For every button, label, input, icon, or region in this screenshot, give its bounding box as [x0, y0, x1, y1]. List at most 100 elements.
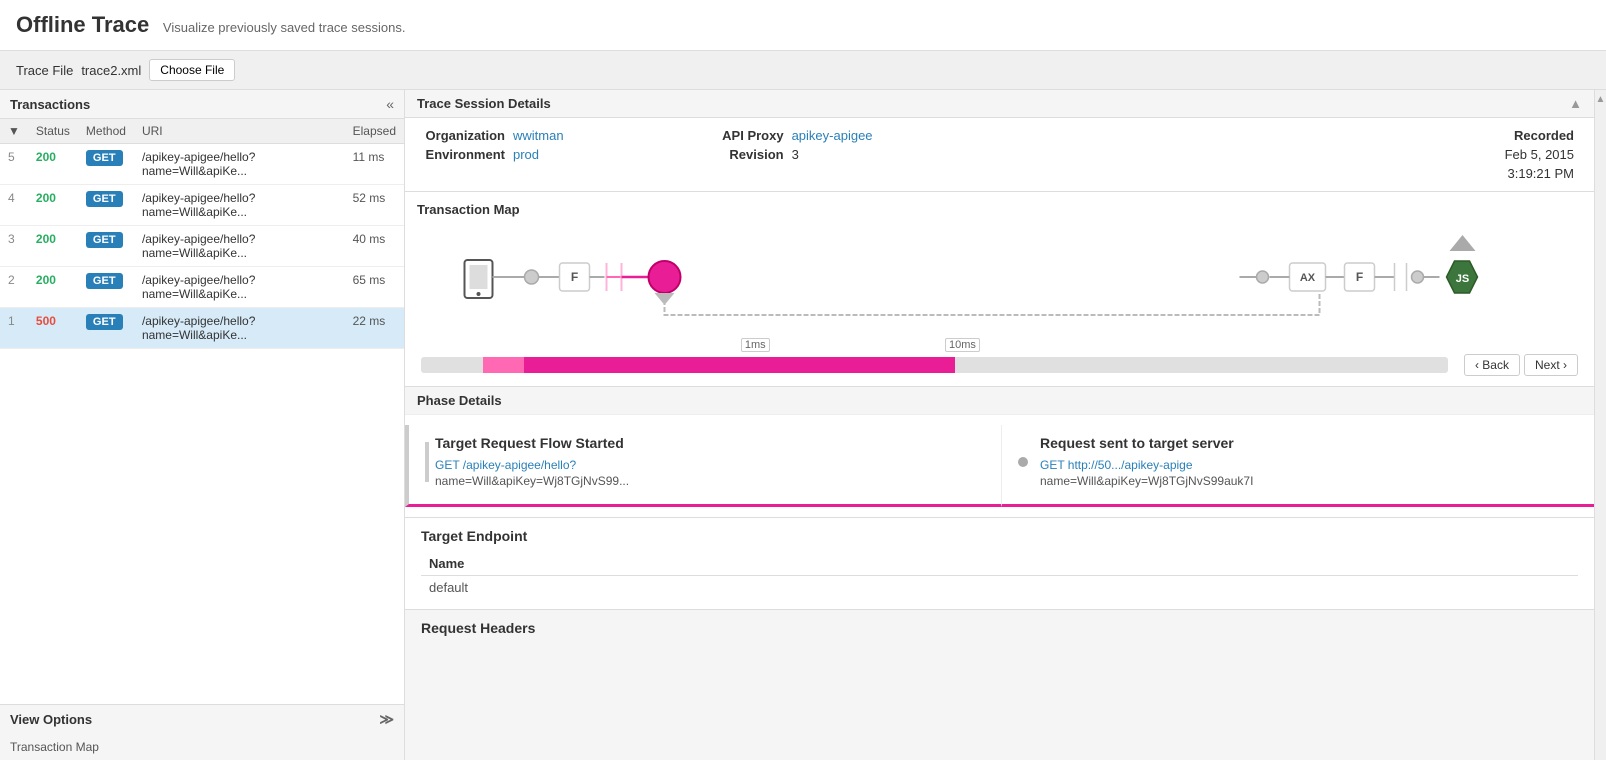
- session-details-row: Organization wwitman Environment prod AP…: [405, 118, 1594, 192]
- row-elapsed: 40 ms: [345, 226, 404, 267]
- table-header-row: ▼ Status Method URI Elapsed: [0, 119, 404, 144]
- scroll-up-arrow[interactable]: ▲: [1596, 94, 1606, 105]
- right-panel: Trace Session Details ▲ Organization wwi…: [405, 90, 1606, 760]
- endpoint-table: Name default: [421, 552, 1578, 599]
- recorded-time: 3:19:21 PM: [1505, 166, 1574, 181]
- trace-session-header: Trace Session Details ▲: [405, 90, 1594, 118]
- org-value: wwitman: [513, 128, 564, 143]
- view-options-title: View Options: [10, 712, 92, 727]
- view-options-collapse-icon[interactable]: ≫: [379, 711, 394, 728]
- table-row[interactable]: 4 200 GET /apikey-apigee/hello? name=Wil…: [0, 185, 404, 226]
- proxy-label: API Proxy: [704, 128, 784, 143]
- timeline-track: [421, 357, 1448, 373]
- timeline-labels-row: 1ms 10ms: [421, 338, 1582, 352]
- right-content: Trace Session Details ▲ Organization wwi…: [405, 90, 1594, 760]
- phase-cards: Target Request Flow Started GET /apikey-…: [405, 415, 1594, 517]
- row-status: 200: [28, 226, 78, 267]
- row-elapsed: 65 ms: [345, 267, 404, 308]
- next-button[interactable]: Next ›: [1524, 354, 1578, 376]
- page-header: Offline Trace Visualize previously saved…: [0, 0, 1606, 51]
- phase-card-2-inner: Request sent to target server GET http:/…: [1018, 435, 1578, 488]
- row-num: 2: [0, 267, 28, 308]
- row-method: GET: [78, 308, 134, 349]
- page-subtitle: Visualize previously saved trace session…: [163, 20, 406, 35]
- phase-card-2-title: Request sent to target server: [1040, 435, 1253, 451]
- row-method: GET: [78, 144, 134, 185]
- collapse-trace-session-icon[interactable]: ▲: [1569, 96, 1582, 111]
- phase-indicator-2: [1018, 457, 1028, 467]
- svg-text:AX: AX: [1300, 272, 1316, 284]
- nav-buttons: ‹ Back Next ›: [1464, 354, 1578, 376]
- timeline-row: ‹ Back Next ›: [417, 354, 1582, 376]
- row-uri: /apikey-apigee/hello? name=Will&apiKe...: [134, 226, 345, 267]
- row-method: GET: [78, 185, 134, 226]
- revision-value: 3: [792, 147, 799, 162]
- phase-details-section: Phase Details Target Request Flow Starte…: [405, 387, 1594, 518]
- svg-text:JS: JS: [1456, 273, 1469, 285]
- svg-text:F: F: [1356, 270, 1363, 284]
- row-status: 200: [28, 267, 78, 308]
- table-row[interactable]: 1 500 GET /apikey-apigee/hello? name=Wil…: [0, 308, 404, 349]
- trace-file-label: Trace File: [16, 63, 73, 78]
- row-num: 1: [0, 308, 28, 349]
- timeline-label-1ms: 1ms: [741, 338, 770, 352]
- phase-card-1-indicator: Target Request Flow Started GET /apikey-…: [425, 435, 985, 488]
- view-options: View Options ≫ Transaction Map: [0, 704, 404, 760]
- recorded-group: Recorded Feb 5, 2015 3:19:21 PM: [1505, 128, 1574, 181]
- flow-diagram: F: [417, 225, 1582, 335]
- row-uri: /apikey-apigee/hello? name=Will&apiKe...: [134, 144, 345, 185]
- phase-card-1-text: name=Will&apiKey=Wj8TGjNvS99...: [435, 474, 629, 488]
- revision-label: Revision: [704, 147, 784, 162]
- env-item: Environment prod: [425, 147, 564, 162]
- view-options-header[interactable]: View Options ≫: [0, 705, 404, 734]
- timeline-label-10ms: 10ms: [945, 338, 980, 352]
- proxy-value: apikey-apigee: [792, 128, 873, 143]
- row-status: 200: [28, 144, 78, 185]
- phase-card-2-link[interactable]: GET http://50.../apikey-apige: [1040, 458, 1193, 472]
- row-num: 4: [0, 185, 28, 226]
- scrollbar[interactable]: ▲: [1594, 90, 1606, 760]
- request-headers-section: Request Headers: [405, 609, 1594, 642]
- back-button[interactable]: ‹ Back: [1464, 354, 1520, 376]
- row-elapsed: 11 ms: [345, 144, 404, 185]
- endpoint-title: Target Endpoint: [421, 528, 1578, 544]
- row-uri: /apikey-apigee/hello? name=Will&apiKe...: [134, 308, 345, 349]
- request-headers-title: Request Headers: [405, 609, 1594, 642]
- trace-session-title: Trace Session Details: [417, 96, 551, 111]
- phase-card-1-link[interactable]: GET /apikey-apigee/hello?: [435, 458, 576, 472]
- phase-card-2: Request sent to target server GET http:/…: [1002, 425, 1594, 507]
- svg-text:F: F: [571, 270, 578, 284]
- table-row[interactable]: 3 200 GET /apikey-apigee/hello? name=Wil…: [0, 226, 404, 267]
- phase-card-1: Target Request Flow Started GET /apikey-…: [405, 425, 1002, 507]
- row-method: GET: [78, 226, 134, 267]
- choose-file-button[interactable]: Choose File: [149, 59, 235, 81]
- view-options-content: Transaction Map: [0, 734, 404, 760]
- recorded-label: Recorded: [1505, 128, 1574, 143]
- transactions-title: Transactions: [10, 97, 90, 112]
- endpoint-name-col: Name: [421, 552, 1317, 576]
- col-elapsed: Elapsed: [345, 119, 404, 144]
- collapse-transactions-button[interactable]: «: [386, 96, 394, 112]
- row-method: GET: [78, 267, 134, 308]
- proxy-item: API Proxy apikey-apigee: [704, 128, 873, 143]
- left-panel: Transactions « ▼ Status Method URI Elaps…: [0, 90, 405, 760]
- trace-file-bar: Trace File trace2.xml Choose File: [0, 51, 1606, 90]
- table-row[interactable]: 2 200 GET /apikey-apigee/hello? name=Wil…: [0, 267, 404, 308]
- env-value: prod: [513, 147, 539, 162]
- transaction-map-title: Transaction Map: [417, 202, 1582, 217]
- recorded-date: Feb 5, 2015: [1505, 147, 1574, 162]
- col-status: Status: [28, 119, 78, 144]
- transaction-map-section: Transaction Map F: [405, 192, 1594, 387]
- row-status: 500: [28, 308, 78, 349]
- org-env-group: Organization wwitman Environment prod: [425, 128, 564, 162]
- trace-filename: trace2.xml: [81, 63, 141, 78]
- org-item: Organization wwitman: [425, 128, 564, 143]
- endpoint-section: Target Endpoint Name default: [405, 518, 1594, 609]
- table-row[interactable]: 5 200 GET /apikey-apigee/hello? name=Wil…: [0, 144, 404, 185]
- row-elapsed: 52 ms: [345, 185, 404, 226]
- transactions-table: ▼ Status Method URI Elapsed 5 200 GET /a…: [0, 119, 404, 349]
- endpoint-default-value: default: [421, 576, 1317, 600]
- proxy-revision-group: API Proxy apikey-apigee Revision 3: [704, 128, 873, 162]
- col-sort[interactable]: ▼: [0, 119, 28, 144]
- row-status: 200: [28, 185, 78, 226]
